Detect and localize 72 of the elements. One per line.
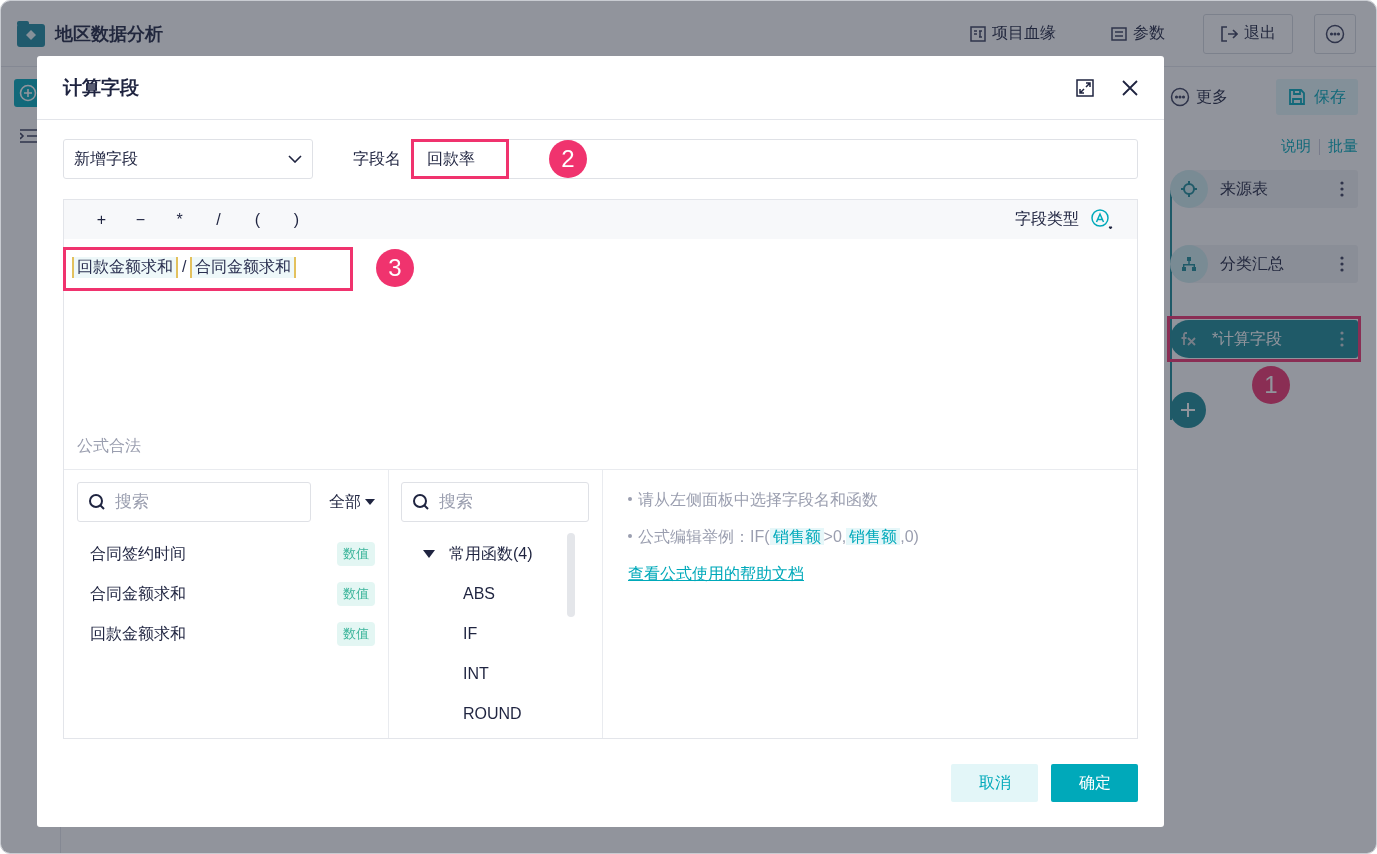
operator-button[interactable]: +: [82, 210, 121, 229]
field-name-label: 字段名: [353, 148, 401, 169]
field-name-input[interactable]: 回款率 2: [411, 139, 1138, 180]
kebab-icon[interactable]: [1340, 181, 1344, 197]
logout-icon: [1220, 24, 1238, 43]
callout-number: 1: [1252, 366, 1290, 404]
type-tag: 数值: [337, 542, 375, 567]
lineage-button[interactable]: 项目血缘: [970, 17, 1056, 50]
maximize-button[interactable]: [1076, 78, 1094, 97]
function-item[interactable]: IF: [401, 614, 589, 655]
filter-dropdown[interactable]: 全部: [329, 491, 375, 513]
formula-status: 公式合法: [77, 436, 142, 457]
list-collapse-icon[interactable]: [20, 129, 38, 143]
field-list-item[interactable]: 合同签约时间 数值: [77, 534, 375, 575]
chevron-down-icon: [288, 155, 302, 164]
node-label: *计算字段: [1212, 328, 1284, 349]
field-list-item[interactable]: 合同金额求和 数值: [77, 574, 375, 615]
plus-icon: [1180, 402, 1196, 418]
hierarchy-icon: [1181, 256, 1197, 272]
lineage-icon: [970, 25, 986, 42]
caret-icon: [423, 550, 435, 559]
close-button[interactable]: [1122, 79, 1138, 96]
app-title: 地区数据分析: [55, 22, 164, 46]
field-name: 合同签约时间: [90, 543, 186, 564]
scrollbar-thumb[interactable]: [567, 533, 575, 618]
maximize-icon: [1076, 78, 1094, 97]
search-icon: [88, 493, 106, 512]
help-text: 公式编辑举例：IF( 销售额 >0, 销售额 ,0): [638, 528, 919, 546]
add-node-button[interactable]: [1170, 392, 1206, 428]
function-item[interactable]: ABS: [401, 574, 589, 615]
node-label: 来源表: [1220, 178, 1269, 199]
search-field[interactable]: 搜索: [401, 482, 589, 523]
function-group[interactable]: 常用函数(4): [401, 534, 589, 575]
app-logo-icon: [17, 20, 45, 47]
save-icon: [1288, 88, 1306, 106]
help-text: 请从左侧面板中选择字段名和函数: [638, 491, 878, 509]
dialog-title: 计算字段: [63, 75, 140, 100]
close-icon: [1122, 79, 1138, 96]
callout-number: 2: [549, 140, 587, 179]
more-icon: [1170, 87, 1190, 107]
type-tag: 数值: [337, 582, 375, 607]
callout-number: 3: [376, 249, 414, 288]
operator-button[interactable]: ): [277, 210, 316, 229]
text-type-icon[interactable]: [1091, 208, 1115, 231]
more-button[interactable]: 更多: [1170, 86, 1228, 108]
mode-select[interactable]: 新增字段: [63, 139, 313, 180]
function-icon: [1180, 331, 1198, 347]
operator-button[interactable]: −: [121, 210, 160, 229]
field-name: 合同金额求和: [90, 583, 186, 604]
field-type-label: 字段类型: [1015, 209, 1079, 230]
caret-icon: [365, 499, 375, 506]
target-icon: [1180, 180, 1198, 198]
type-tag: 数值: [337, 622, 375, 647]
params-button[interactable]: 参数: [1111, 17, 1165, 50]
function-item[interactable]: INT: [401, 654, 589, 695]
more-button[interactable]: [1314, 13, 1356, 54]
operator-button[interactable]: (: [238, 210, 277, 229]
field-name-value: 回款率: [427, 148, 475, 169]
operator-button[interactable]: /: [199, 210, 238, 229]
exit-button[interactable]: 退出: [1203, 13, 1293, 54]
field-name: 回款金额求和: [90, 623, 186, 644]
more-icon: [1325, 23, 1345, 44]
operator-button[interactable]: *: [160, 210, 199, 229]
kebab-icon[interactable]: [1340, 256, 1344, 272]
function-item[interactable]: ROUND: [401, 694, 589, 735]
node-label: 分类汇总: [1220, 253, 1285, 274]
search-field[interactable]: 搜索: [77, 482, 311, 523]
bullet-icon: [628, 533, 632, 538]
search-icon: [412, 493, 430, 512]
bullet-icon: [628, 496, 632, 501]
sliders-icon: [1111, 25, 1127, 42]
field-list-item[interactable]: 回款金额求和 数值: [77, 614, 375, 655]
